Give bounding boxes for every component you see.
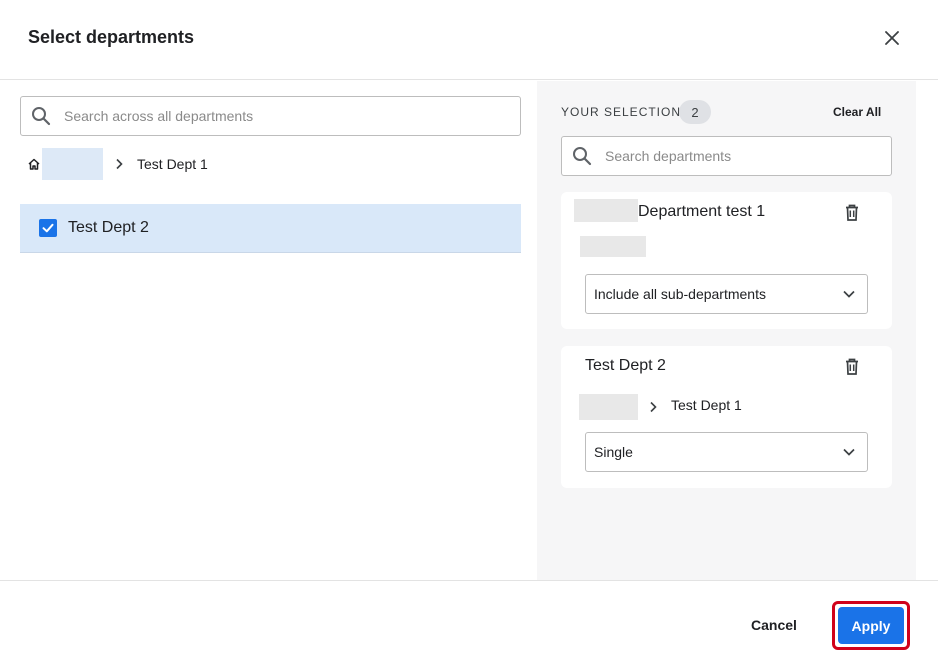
redacted-path-segment — [579, 394, 638, 420]
department-browser: Test Dept 1 Test Dept 2 — [0, 81, 537, 580]
remove-department-button[interactable] — [842, 356, 862, 376]
inclusion-select[interactable]: Single — [585, 432, 868, 472]
selected-department-title: Test Dept 2 — [585, 357, 666, 374]
select-departments-dialog: Select departments Test Dept 1 — [0, 0, 938, 666]
home-icon[interactable] — [26, 156, 42, 172]
chevron-right-icon — [649, 400, 659, 414]
trash-icon — [846, 204, 858, 221]
list-item-label: Test Dept 2 — [68, 219, 149, 236]
trash-icon — [846, 358, 858, 375]
department-search-field[interactable] — [20, 96, 521, 136]
cancel-button[interactable]: Cancel — [740, 614, 808, 636]
chevron-right-icon — [105, 156, 133, 172]
redacted-path — [580, 236, 646, 257]
close-button[interactable] — [880, 28, 904, 52]
list-item[interactable]: Test Dept 2 — [20, 204, 521, 253]
selected-department-card: Department test 1 Include all sub-depart… — [561, 192, 892, 329]
dialog-footer: Cancel Apply — [0, 580, 938, 666]
remove-department-button[interactable] — [842, 202, 862, 222]
selection-count-badge: 2 — [679, 100, 711, 124]
breadcrumb-redacted-segment[interactable] — [42, 148, 103, 180]
inclusion-select-value: Single — [594, 444, 633, 460]
clear-all-button[interactable]: Clear All — [833, 105, 881, 119]
selection-panel: YOUR SELECTION 2 Clear All Department te… — [537, 81, 916, 580]
selection-search-input[interactable] — [605, 148, 869, 164]
dialog-title: Select departments — [28, 27, 195, 47]
search-icon — [30, 105, 52, 127]
breadcrumb-current[interactable]: Test Dept 1 — [137, 156, 208, 172]
selected-department-card: Test Dept 2 Test Dept 1 Single — [561, 346, 892, 488]
apply-highlight-outline: Apply — [832, 601, 910, 650]
check-icon — [42, 223, 54, 233]
chevron-down-icon — [841, 444, 857, 460]
department-path: Test Dept 1 — [671, 397, 742, 413]
chevron-down-icon — [841, 286, 857, 302]
checkbox-checked[interactable] — [39, 219, 57, 237]
department-search-input[interactable] — [64, 108, 464, 124]
inclusion-select-value: Include all sub-departments — [594, 286, 766, 302]
dialog-header: Select departments — [0, 0, 938, 80]
close-icon — [885, 30, 899, 50]
selection-search-field[interactable] — [561, 136, 892, 176]
redacted-prefix — [574, 199, 638, 222]
apply-button[interactable]: Apply — [838, 607, 904, 644]
search-icon — [571, 145, 593, 167]
breadcrumb: Test Dept 1 — [26, 148, 208, 180]
inclusion-select[interactable]: Include all sub-departments — [585, 274, 868, 314]
selection-heading: YOUR SELECTION — [561, 105, 682, 119]
selected-department-title: Department test 1 — [638, 203, 766, 220]
